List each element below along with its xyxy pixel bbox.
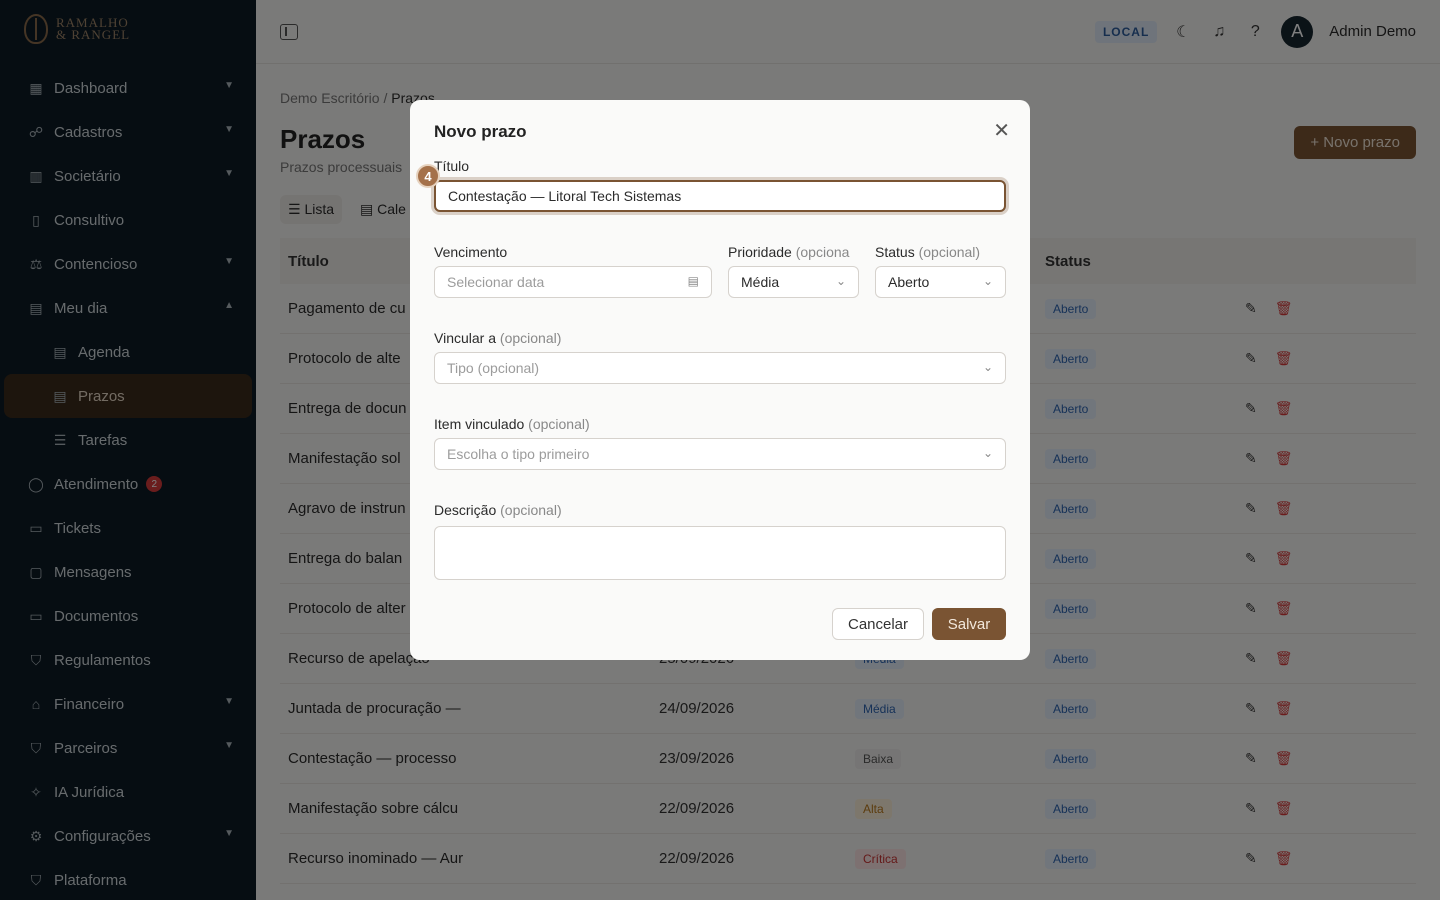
titulo-input[interactable]: Contestação — Litoral Tech Sistemas bbox=[434, 180, 1006, 212]
dialog-title: Novo prazo bbox=[434, 122, 527, 141]
item-vinculado-select[interactable]: Escolha o tipo primeiro ⌄ bbox=[434, 438, 1006, 470]
titulo-field-group: Título Contestação — Litoral Tech Sistem… bbox=[416, 158, 1006, 212]
prioridade-label: Prioridade (opciona bbox=[728, 244, 850, 260]
titulo-label: Título bbox=[434, 158, 470, 174]
item-vinculado-label: Item vinculado (opcional) bbox=[434, 416, 590, 432]
vencimento-date-input[interactable]: Selecionar data ▤ bbox=[434, 266, 712, 298]
item-vinculado-field-group: Item vinculado (opcional) Escolha o tipo… bbox=[434, 416, 1006, 470]
vencimento-field-group: Vencimento Selecionar data ▤ bbox=[434, 244, 712, 298]
vincular-label: Vincular a (opcional) bbox=[434, 330, 562, 346]
vencimento-label: Vencimento bbox=[434, 244, 508, 260]
status-label: Status (opcional) bbox=[875, 244, 981, 260]
vincular-field-group: Vincular a (opcional) Tipo (opcional) ⌄ bbox=[434, 330, 1006, 384]
save-button[interactable]: Salvar bbox=[932, 608, 1006, 640]
descricao-textarea[interactable] bbox=[434, 526, 1006, 580]
close-icon[interactable]: ✕ bbox=[993, 118, 1010, 143]
descricao-field-group: Descrição (opcional) bbox=[434, 502, 1006, 580]
calendar-icon: ▤ bbox=[687, 274, 699, 288]
chevron-down-icon: ⌄ bbox=[982, 446, 993, 460]
prioridade-select[interactable]: Média ⌄ bbox=[728, 266, 859, 298]
prioridade-field-group: Prioridade (opciona Média ⌄ bbox=[728, 244, 859, 298]
chevron-down-icon: ⌄ bbox=[982, 360, 993, 374]
cancel-button[interactable]: Cancelar bbox=[832, 608, 924, 640]
descricao-label: Descrição (opcional) bbox=[434, 502, 562, 518]
step-marker: 4 bbox=[416, 164, 440, 188]
titulo-value: Contestação — Litoral Tech Sistemas bbox=[448, 188, 682, 204]
chevron-down-icon: ⌄ bbox=[982, 274, 993, 288]
vincular-tipo-select[interactable]: Tipo (opcional) ⌄ bbox=[434, 352, 1006, 384]
novo-prazo-dialog: Novo prazo ✕ Título Contestação — Litora… bbox=[410, 100, 1030, 660]
status-select[interactable]: Aberto ⌄ bbox=[875, 266, 1006, 298]
chevron-down-icon: ⌄ bbox=[835, 274, 846, 288]
status-field-group: Status (opcional) Aberto ⌄ bbox=[875, 244, 1006, 298]
